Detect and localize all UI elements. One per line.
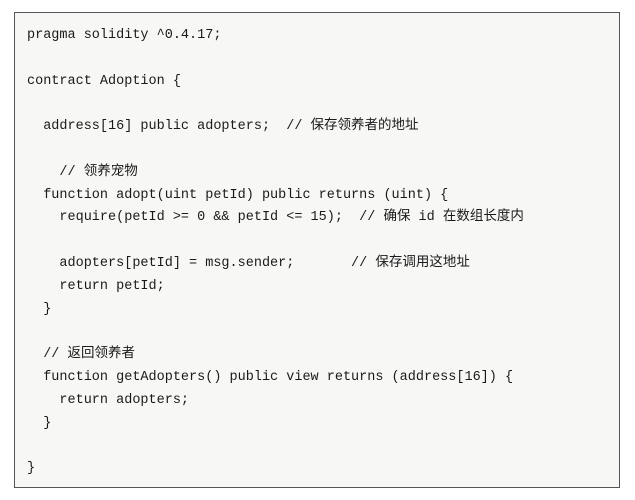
code-line-close-get-adopters: } (27, 415, 52, 431)
code-line-require: require(petId >= 0 && petId <= 15); // 确… (27, 210, 524, 226)
code-line-assign-sender: adopters[petId] = msg.sender; // 保存调用这地址 (27, 255, 470, 271)
code-line-adopters-array: address[16] public adopters; // 保存领养者的地址 (27, 119, 419, 135)
code-line-comment-adopt: // 领养宠物 (27, 164, 138, 180)
code-line-close-adopt: } (27, 301, 52, 317)
code-line-comment-get-adopters: // 返回领养者 (27, 347, 136, 363)
code-block: pragma solidity ^0.4.17; contract Adopti… (14, 12, 620, 488)
code-line-adopt-function: function adopt(uint petId) public return… (27, 187, 449, 203)
code-line-contract-declaration: contract Adoption { (27, 73, 181, 89)
code-line-pragma: pragma solidity ^0.4.17; (27, 28, 222, 43)
code-line-return-adopters: return adopters; (27, 392, 190, 408)
code-line-get-adopters-function: function getAdopters() public view retur… (27, 369, 514, 385)
code-content: pragma solidity ^0.4.17; contract Adopti… (27, 25, 524, 481)
code-line-return-petid: return petId; (27, 278, 165, 294)
code-line-close-contract: } (27, 461, 36, 477)
